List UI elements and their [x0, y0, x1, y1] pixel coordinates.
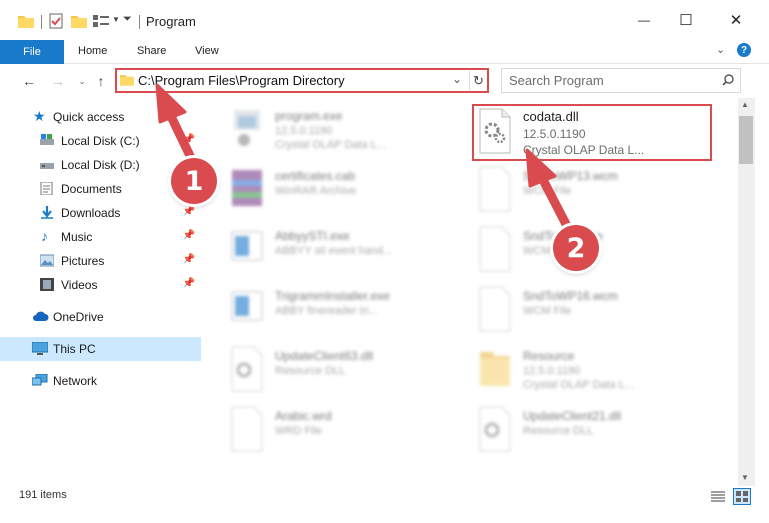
annotation-arrows — [155, 83, 573, 233]
callout-1: 1 — [171, 158, 217, 204]
callout-2: 2 — [553, 225, 599, 271]
arrow-2-shaft — [535, 169, 573, 233]
arrow-2-head — [525, 148, 557, 188]
arrow-1-head — [155, 83, 187, 124]
